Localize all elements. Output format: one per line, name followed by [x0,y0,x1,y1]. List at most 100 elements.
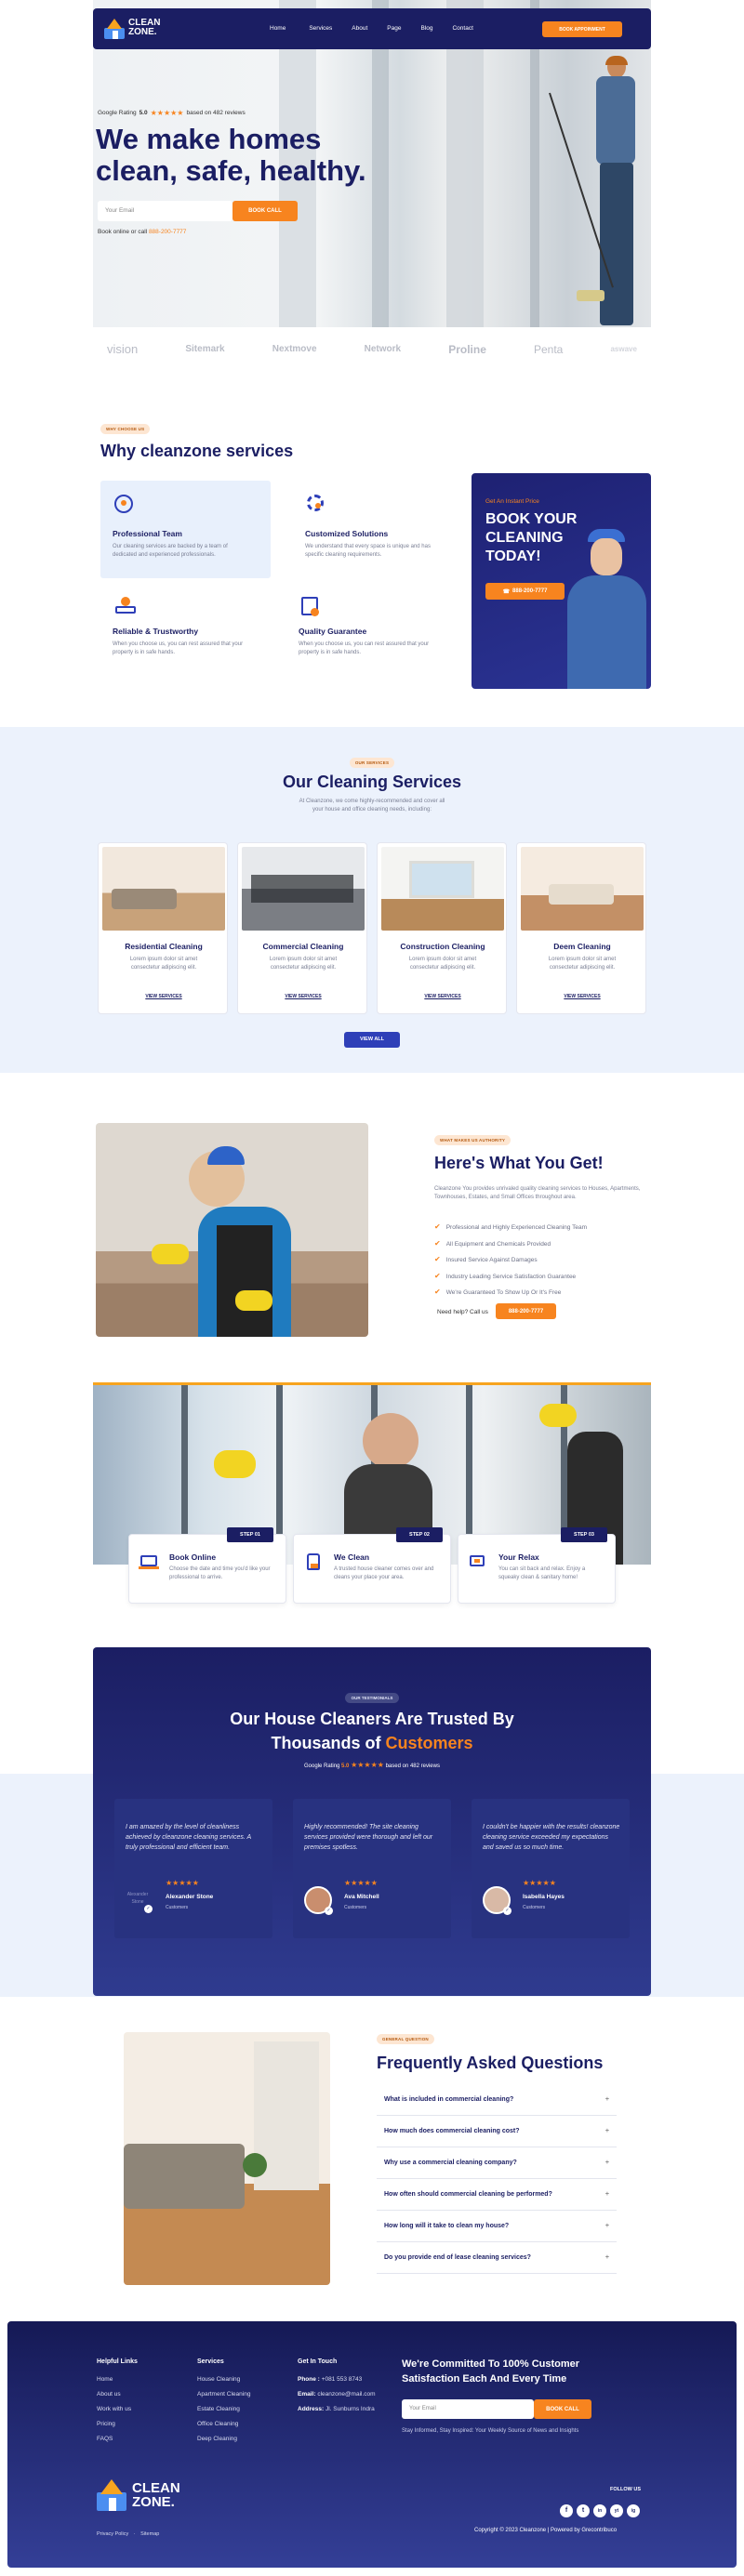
step-badge: STEP 01 [227,1527,273,1542]
services-description: At Cleanzone, we come highly-recommended… [299,799,445,812]
check-icon: ✔ [434,1222,441,1231]
check-icon: ✔ [434,1271,441,1280]
service-card-construction[interactable]: Construction Cleaning Lorem ipsum dolor … [377,842,507,1014]
about-checklist: ✔ Professional and Highly Experienced Cle… [434,1220,587,1301]
nav-services[interactable]: Services [309,25,332,32]
service-card-deem[interactable]: Deem Cleaning Lorem ipsum dolor sit amet… [516,842,646,1014]
construction-image [381,847,504,931]
relax-home-icon [470,1555,485,1566]
faq-list: What is included in commercial cleaning?… [377,2084,617,2274]
hero-rating: Google Rating 5.0 ★★★★★ based on 482 rev… [98,109,246,117]
service-card-commercial[interactable]: Commercial Cleaning Lorem ipsum dolor si… [237,842,367,1014]
feature-card-quality: Quality Guarantee When you choose us, yo… [288,586,458,679]
footer-link[interactable]: About us [97,2391,138,2398]
footer-link[interactable]: Deep Cleaning [197,2436,250,2442]
nav-page[interactable]: Page [387,25,401,32]
verified-badge-icon: ✓ [325,1907,333,1915]
view-services-link[interactable]: VIEW SERVICES [517,994,647,999]
facebook-icon[interactable]: f [560,2503,573,2517]
logo-text-clean: CLEAN [132,2480,180,2496]
nav-about[interactable]: About [352,25,367,32]
footer-link[interactable]: FAQS [97,2436,138,2442]
faq-item[interactable]: How long will it take to clean my house?… [377,2211,617,2242]
about-phone-button[interactable]: 888-200-7777 [496,1303,556,1319]
need-help-label: Need help? Call us [437,1309,488,1315]
services-pill: OUR SERVICES [349,758,395,768]
footer-link[interactable]: Apartment Cleaning [197,2391,250,2398]
faq-item[interactable]: Why use a commercial cleaning company? + [377,2147,617,2179]
about-title: Here's What You Get! [434,1154,604,1172]
book-appointment-button[interactable]: BOOK APPOINMENT [542,21,622,37]
checklist-item: ✔ Professional and Highly Experienced Cle… [434,1222,587,1231]
nav-home[interactable]: Home [270,25,286,32]
step-badge: STEP 03 [561,1527,607,1542]
youtube-icon[interactable]: yt [610,2504,623,2517]
footer-link[interactable]: Home [97,2376,138,2383]
faq-item[interactable]: What is included in commercial cleaning?… [377,2084,617,2116]
partner-logos: vision Sitemark Nextmove Network Proline… [107,342,637,356]
step-card-we-clean: STEP 02 We Clean A trusted house cleaner… [293,1527,451,1604]
nav-blog[interactable]: Blog [420,25,432,32]
hero-email-input[interactable]: Your Email [98,201,232,221]
footer-helpful-links: Helpful Links Home About us Work with us… [97,2358,138,2442]
checklist-item: ✔ Insured Service Against Damages [434,1255,538,1263]
hero-call-line: Book online or call 888-200-7777 [98,229,187,235]
logo-text-zone: ZONE. [128,27,157,37]
rating-stars: ★★★★★ [150,109,184,117]
footer-book-call-button[interactable]: BOOK CALL [534,2399,591,2419]
testimonial-card: I couldn't be happier with the results! … [472,1799,630,1938]
hero-book-call-button[interactable]: BOOK CALL [232,201,298,221]
promo-card: Get An Instant Price BOOK YOUR CLEANING … [472,473,651,689]
step-card-book-online: STEP 01 Book Online Choose the date and … [128,1527,286,1604]
footer-link[interactable]: Pricing [97,2421,138,2427]
sitemap-link[interactable]: Sitemap [140,2531,159,2537]
plus-icon: + [604,2096,609,2103]
partner-logo-network: Network [364,344,402,354]
service-card-residential[interactable]: Residential Cleaning Lorem ipsum dolor s… [98,842,228,1014]
faq-item[interactable]: How much does commercial cleaning cost? + [377,2116,617,2147]
linkedin-icon[interactable]: in [593,2504,606,2517]
testimonials-rating: Google Rating 5.0 ★★★★★ based on 482 rev… [304,1761,440,1769]
residential-image [102,847,225,931]
partner-logo-nextmove: Nextmove [272,344,317,354]
footer-link[interactable]: Work with us [97,2406,138,2412]
feature-card-professional-team: Professional Team Our cleaning services … [100,481,271,578]
instagram-icon[interactable]: ig [627,2504,640,2517]
footer-link[interactable]: Estate Cleaning [197,2406,250,2412]
footer-committed-title: We're Committed To 100% Customer Satisfa… [402,2358,580,2384]
view-services-link[interactable]: VIEW SERVICES [378,994,508,999]
plus-icon: + [604,2254,609,2261]
partner-logo-vision: vision [107,342,139,356]
gear-icon [307,495,324,511]
laptop-icon [140,1555,157,1566]
faq-image [124,2032,330,2285]
footer-email-input[interactable]: Your Email [402,2399,534,2419]
verified-badge-icon: ✓ [144,1905,153,1913]
about-pill: WHAT MAKES US AUTHORITY [434,1135,512,1145]
view-all-button[interactable]: VIEW ALL [344,1032,400,1048]
faq-item[interactable]: How often should commercial cleaning be … [377,2179,617,2211]
view-services-link[interactable]: VIEW SERVICES [238,994,368,999]
footer-link[interactable]: Office Cleaning [197,2421,250,2427]
commercial-image [242,847,365,931]
footer-logo[interactable]: CLEAN ZONE. [97,2477,199,2515]
nav-contact[interactable]: Contact [452,25,472,32]
step-badge: STEP 02 [396,1527,443,1542]
promo-phone-button[interactable]: ☎ 888-200-7777 [485,583,565,600]
partner-logo-aswave: aswave [610,345,637,353]
footer-link[interactable]: House Cleaning [197,2376,250,2383]
logo[interactable]: CLEAN ZONE. [104,17,179,43]
services-title: Our Cleaning Services [282,773,462,791]
partner-logo-proline: Proline [448,342,486,356]
why-title: Why cleanzone services [100,442,294,460]
checklist-item: ✔ Industry Leading Service Satisfaction G… [434,1271,577,1280]
view-services-link[interactable]: VIEW SERVICES [99,994,229,999]
checklist-item: ✔ All Equipment and Chemicals Provided [434,1238,551,1248]
privacy-policy-link[interactable]: Privacy Policy [97,2531,128,2537]
rating-stars: ★★★★★ [351,1761,384,1769]
logo-text-zone: ZONE. [132,2494,175,2510]
faq-item[interactable]: Do you provide end of lease cleaning ser… [377,2242,617,2274]
twitter-icon[interactable]: t [577,2503,590,2517]
hero-phone-link[interactable]: 888-200-7777 [149,229,186,235]
checklist-item: ✔ We're Guaranteed To Show Up Or It's Fre… [434,1288,562,1296]
